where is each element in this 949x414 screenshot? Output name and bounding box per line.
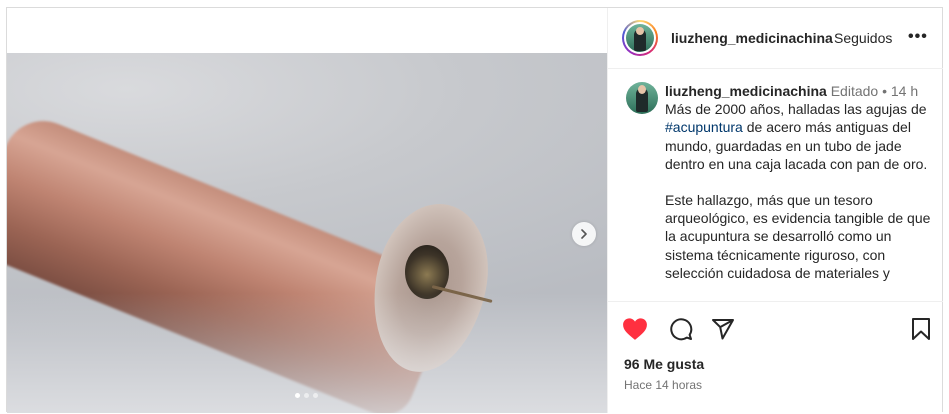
follow-status-button[interactable]: Seguidos bbox=[834, 30, 892, 46]
share-button[interactable] bbox=[710, 316, 736, 342]
hashtag-link[interactable]: #acupuntura bbox=[665, 119, 743, 135]
caption-text: liuzheng_medicinachina Editado • 14 h Má… bbox=[665, 82, 933, 282]
post-timestamp[interactable]: Hace 14 horas bbox=[624, 378, 702, 392]
carousel-dot bbox=[295, 393, 300, 398]
caption-avatar[interactable] bbox=[626, 82, 658, 114]
tube-opening bbox=[405, 245, 449, 299]
post-media bbox=[7, 8, 607, 413]
caption-username[interactable]: liuzheng_medicinachina bbox=[665, 83, 827, 99]
avatar-face bbox=[638, 85, 646, 94]
carousel-dot bbox=[304, 393, 309, 398]
post-header: liuzheng_medicinachina Seguidos ••• bbox=[608, 8, 943, 69]
post-time-short[interactable]: 14 h bbox=[891, 83, 918, 99]
post-dialog: liuzheng_medicinachina Seguidos ••• liuz… bbox=[6, 7, 943, 413]
heart-filled-icon bbox=[623, 318, 647, 340]
more-options-icon[interactable]: ••• bbox=[908, 28, 928, 46]
save-button[interactable] bbox=[908, 316, 934, 342]
chevron-right-icon bbox=[581, 229, 587, 239]
bookmark-icon bbox=[912, 318, 930, 340]
like-button[interactable] bbox=[622, 316, 648, 342]
carousel-dot bbox=[313, 393, 318, 398]
post-side-panel: liuzheng_medicinachina Seguidos ••• liuz… bbox=[607, 8, 943, 413]
caption-paragraph1-start: Más de 2000 años, halladas las agujas de bbox=[665, 101, 927, 118]
edited-label: Editado bbox=[830, 83, 879, 99]
avatar bbox=[626, 24, 654, 52]
action-bar: 96 Me gusta Hace 14 horas bbox=[608, 301, 943, 414]
comment-icon bbox=[670, 318, 693, 341]
separator: • bbox=[882, 83, 887, 99]
avatar-face bbox=[636, 27, 644, 35]
likes-count[interactable]: 96 Me gusta bbox=[624, 356, 704, 372]
avatar-border bbox=[624, 22, 656, 54]
story-ring[interactable] bbox=[622, 20, 658, 56]
comment-button[interactable] bbox=[668, 316, 694, 342]
post-photo bbox=[7, 53, 607, 413]
caption-section: liuzheng_medicinachina Editado • 14 h Má… bbox=[608, 68, 943, 300]
header-username[interactable]: liuzheng_medicinachina bbox=[671, 30, 833, 46]
send-icon bbox=[712, 319, 734, 340]
carousel-dots bbox=[295, 393, 318, 398]
caption-paragraph2: Este hallazgo, más que un tesoro arqueol… bbox=[665, 192, 931, 281]
carousel-next-button[interactable] bbox=[572, 222, 596, 246]
